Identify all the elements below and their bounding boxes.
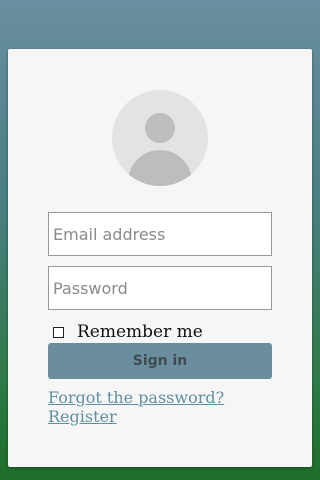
avatar-head [145,113,175,143]
remember-me-row[interactable]: Remember me [53,322,203,342]
register-link[interactable]: Register [48,407,224,426]
user-silhouette-icon [112,90,208,186]
remember-me-label: Remember me [77,322,203,342]
email-field[interactable] [48,212,272,256]
avatar-body [128,150,192,186]
login-card: Remember me Sign in Forgot the password?… [8,49,312,467]
sign-in-button[interactable]: Sign in [48,343,272,379]
password-field[interactable] [48,266,272,310]
remember-me-checkbox[interactable] [53,326,64,338]
forgot-password-link[interactable]: Forgot the password? [48,388,224,407]
auth-links: Forgot the password? Register [48,388,224,426]
